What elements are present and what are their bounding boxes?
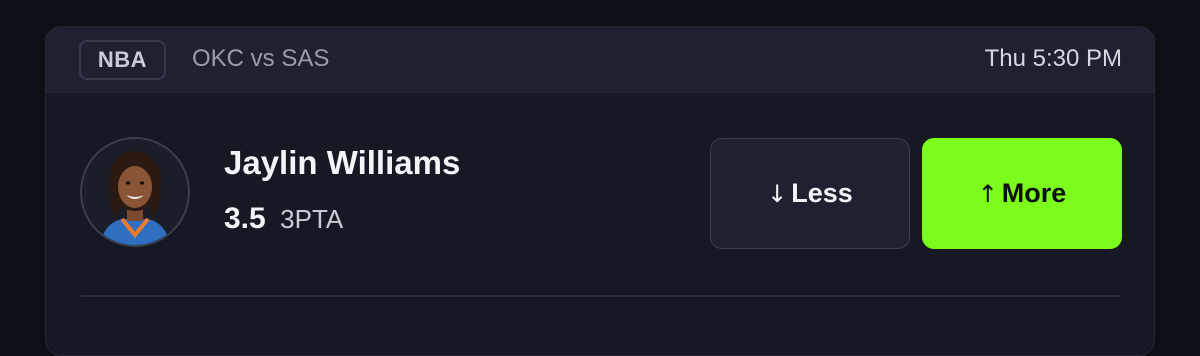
less-button[interactable]: ↓ Less (710, 138, 910, 249)
projection-card: NBA OKC vs SAS Thu 5:30 PM Jaylin Willia… (45, 26, 1155, 356)
more-label: More (1001, 178, 1067, 208)
player-headshot-icon (82, 139, 188, 245)
matchup-label: OKC vs SAS (192, 45, 330, 72)
player-avatar (80, 137, 190, 247)
stat-line: 3.5 3PTA (224, 199, 343, 244)
league-badge: NBA (79, 40, 166, 80)
less-label: Less (791, 178, 853, 208)
stat-type: 3PTA (280, 204, 344, 234)
arrow-down-icon: ↓ (767, 179, 788, 208)
card-header: NBA OKC vs SAS Thu 5:30 PM (46, 27, 1154, 93)
game-time: Thu 5:30 PM (984, 45, 1122, 72)
more-button[interactable]: ↑ More (922, 138, 1122, 249)
line-value: 3.5 (224, 202, 266, 235)
player-name: Jaylin Williams (224, 144, 461, 181)
divider (81, 295, 1121, 297)
arrow-up-icon: ↑ (977, 179, 998, 208)
